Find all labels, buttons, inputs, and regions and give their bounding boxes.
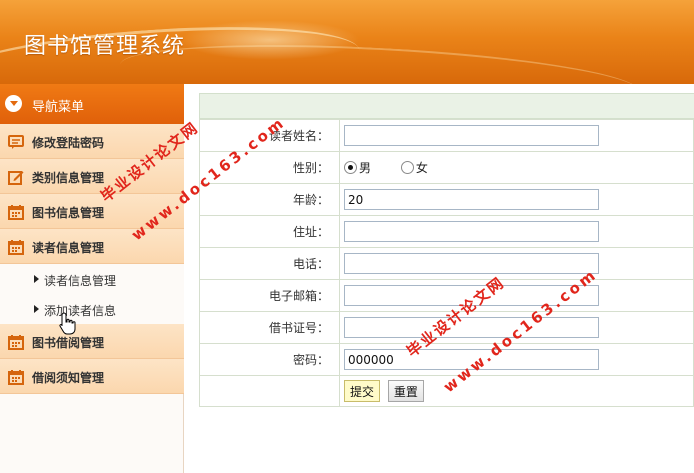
- library-card-input[interactable]: [344, 317, 599, 338]
- sidebar-item-label: 借阅须知管理: [32, 371, 105, 385]
- field-label: 年龄：: [199, 183, 340, 216]
- sidebar-subitem-label: 添加读者信息: [44, 304, 117, 318]
- sidebar-item-readers[interactable]: 读者信息管理: [0, 229, 184, 264]
- sidebar-subitem-add-reader[interactable]: 添加读者信息: [0, 294, 184, 324]
- gender-female-radio[interactable]: [400, 160, 414, 174]
- form-row-password: 密码：: [199, 343, 694, 376]
- form-row-card: 借书证号：: [199, 311, 694, 344]
- chat-icon: [8, 135, 24, 149]
- reader-name-input[interactable]: [344, 125, 599, 146]
- sidebar-item-label: 图书借阅管理: [32, 336, 105, 350]
- nav-menu-title: 导航菜单: [32, 100, 85, 115]
- sidebar-subitem-label: 读者信息管理: [44, 274, 117, 288]
- field-label: 借书证号：: [199, 311, 340, 344]
- sidebar-item-notice[interactable]: 借阅须知管理: [0, 359, 184, 394]
- edit-icon: [8, 171, 24, 185]
- form-row-age: 年龄：: [199, 183, 694, 216]
- gender-male-label: 男: [359, 160, 372, 175]
- hand-cursor-icon: [59, 312, 76, 335]
- sidebar-item-label: 修改登陆密码: [32, 136, 105, 150]
- content-header-bar: [199, 93, 694, 119]
- sidebar-subitem-reader-manage[interactable]: 读者信息管理: [0, 264, 184, 294]
- field-label: 密码：: [199, 343, 340, 376]
- form-row-name: 读者姓名：: [199, 119, 694, 152]
- field-label: 读者姓名：: [199, 119, 340, 152]
- form-row-actions: 提交 重置: [199, 375, 694, 407]
- password-input[interactable]: [344, 349, 599, 370]
- app-header: 图书馆管理系统: [0, 0, 694, 84]
- email-input[interactable]: [344, 285, 599, 306]
- calendar-icon: [8, 205, 24, 220]
- address-input[interactable]: [344, 221, 599, 242]
- age-input[interactable]: [344, 189, 599, 210]
- form-row-address: 住址：: [199, 215, 694, 248]
- sidebar-item-change-password[interactable]: 修改登陆密码: [0, 124, 184, 159]
- triangle-right-icon: [34, 275, 39, 283]
- app-window: 图书馆管理系统 导航菜单 修改登陆密码 类别信息管理 图书信息管理 读者信息管理…: [0, 0, 694, 473]
- sidebar-item-books[interactable]: 图书信息管理: [0, 194, 184, 229]
- field-label: 电子邮箱：: [199, 279, 340, 312]
- nav-menu-header[interactable]: 导航菜单: [0, 84, 184, 124]
- gender-female-label: 女: [415, 160, 428, 175]
- form-row-gender: 性别： 男 女: [199, 151, 694, 184]
- chevron-down-icon: [5, 95, 22, 112]
- field-label: 电话：: [199, 247, 340, 280]
- calendar-icon: [8, 240, 24, 255]
- form-row-email: 电子邮箱：: [199, 279, 694, 312]
- sidebar-item-label: 图书信息管理: [32, 206, 105, 220]
- triangle-right-icon: [34, 305, 39, 313]
- add-reader-form: 读者姓名： 性别： 男 女 年龄： 住址： 电: [199, 119, 694, 407]
- gender-male-option[interactable]: 男: [344, 159, 371, 176]
- sidebar-item-borrow[interactable]: 图书借阅管理: [0, 324, 184, 359]
- gender-female-option[interactable]: 女: [400, 159, 428, 176]
- calendar-icon: [8, 335, 24, 350]
- form-row-phone: 电话：: [199, 247, 694, 280]
- submit-button[interactable]: 提交: [344, 380, 381, 402]
- field-label: 性别：: [199, 151, 340, 184]
- sidebar: 导航菜单 修改登陆密码 类别信息管理 图书信息管理 读者信息管理 读者信息管理 …: [0, 84, 184, 473]
- field-label: 住址：: [199, 215, 340, 248]
- reset-button[interactable]: 重置: [387, 380, 424, 402]
- app-title: 图书馆管理系统: [24, 34, 186, 59]
- gender-male-radio[interactable]: [344, 160, 357, 174]
- phone-input[interactable]: [344, 253, 599, 274]
- sidebar-item-category[interactable]: 类别信息管理: [0, 159, 184, 194]
- sidebar-item-label: 类别信息管理: [32, 171, 105, 185]
- sidebar-item-label: 读者信息管理: [32, 241, 105, 255]
- calendar-icon: [8, 370, 24, 385]
